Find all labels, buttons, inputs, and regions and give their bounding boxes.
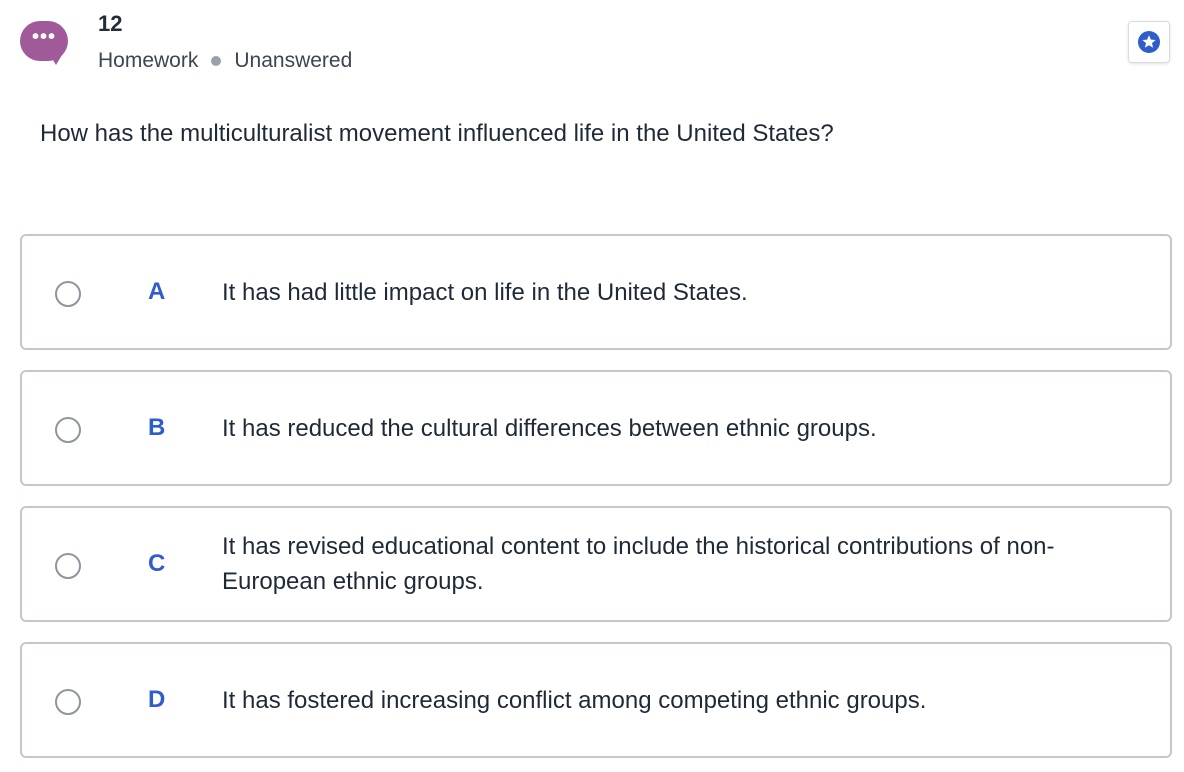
option-text: It has fostered increasing conflict amon… <box>222 686 927 714</box>
question-number: 12 <box>98 11 123 36</box>
radio-button[interactable] <box>55 417 81 443</box>
radio-button[interactable] <box>55 281 81 307</box>
answer-option-c[interactable]: C It has revised educational content to … <box>20 506 1172 622</box>
answer-options: A It has had little impact on life in th… <box>20 234 1172 772</box>
radio-button[interactable] <box>55 689 81 715</box>
option-text: It has had little impact on life in the … <box>222 278 748 306</box>
radio-button[interactable] <box>55 553 81 579</box>
chat-bubble-icon[interactable]: ••• <box>20 21 68 65</box>
answer-option-b[interactable]: B It has reduced the cultural difference… <box>20 370 1172 486</box>
option-letter: D <box>148 686 166 713</box>
question-header: ••• 12 Homework Unanswered <box>0 0 1184 100</box>
option-letter: A <box>148 278 166 305</box>
question-category: Homework <box>98 49 199 72</box>
option-text: It has reduced the cultural differences … <box>222 414 877 442</box>
star-icon <box>1138 31 1160 53</box>
question-meta: Homework Unanswered <box>98 49 352 73</box>
bookmark-button[interactable] <box>1128 21 1170 63</box>
option-letter: B <box>148 414 166 441</box>
question-text: How has the multiculturalist movement in… <box>40 120 834 147</box>
option-letter: C <box>148 550 166 577</box>
answer-option-a[interactable]: A It has had little impact on life in th… <box>20 234 1172 350</box>
question-status: Unanswered <box>234 49 353 72</box>
answer-option-d[interactable]: D It has fostered increasing conflict am… <box>20 642 1172 758</box>
separator-dot <box>211 56 222 66</box>
option-text: It has revised educational content to in… <box>222 533 1055 595</box>
question-page: ••• 12 Homework Unanswered How has the m… <box>0 0 1184 772</box>
